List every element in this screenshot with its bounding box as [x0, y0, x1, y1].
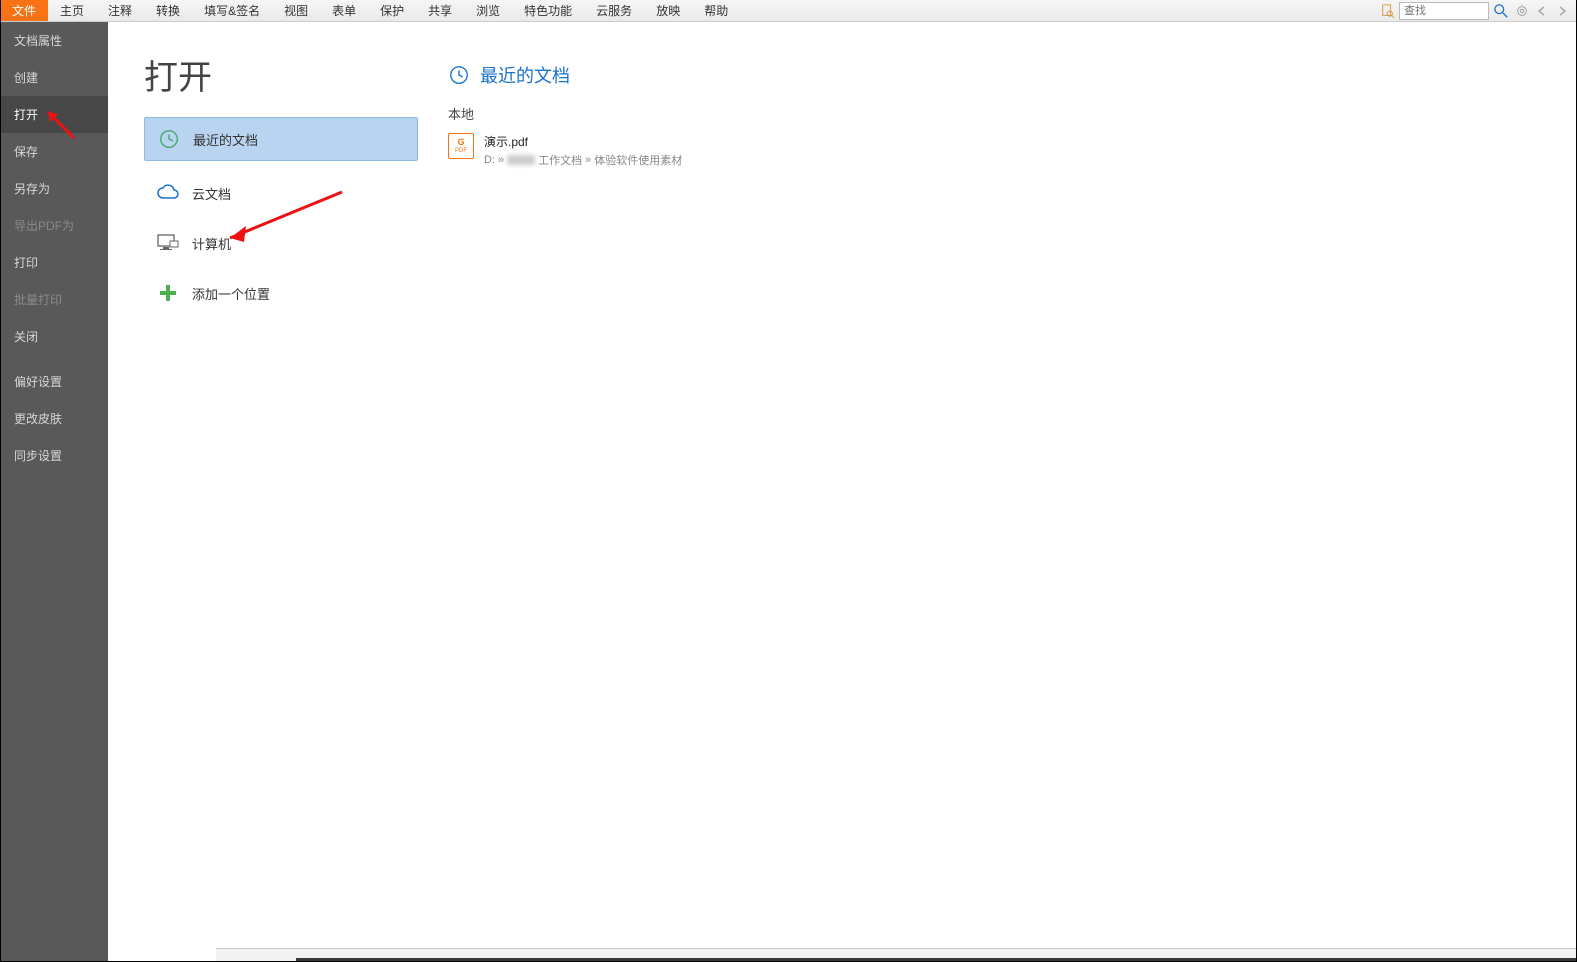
- tab-annotate[interactable]: 注释: [96, 0, 144, 21]
- sidebar-item-save-as[interactable]: 另存为: [0, 170, 108, 207]
- open-locations: 打开 最近的文档 云文档 计算机: [108, 22, 418, 962]
- sidebar-item-close[interactable]: 关闭: [0, 318, 108, 355]
- clock-icon: [448, 64, 470, 86]
- recent-title: 最近的文档: [480, 62, 570, 88]
- tab-share[interactable]: 共享: [416, 0, 464, 21]
- file-sidebar: 文档属性 创建 打开 保存 另存为 导出PDF为 打印 批量打印 关闭 偏好设置…: [0, 22, 108, 962]
- recent-header: 最近的文档: [448, 62, 1577, 88]
- location-label: 计算机: [192, 234, 231, 253]
- tab-convert[interactable]: 转换: [144, 0, 192, 21]
- tab-features[interactable]: 特色功能: [512, 0, 584, 21]
- tab-browse[interactable]: 浏览: [464, 0, 512, 21]
- next-arrow-icon[interactable]: [1553, 2, 1571, 20]
- tab-home[interactable]: 主页: [48, 0, 96, 21]
- location-add[interactable]: 添加一个位置: [144, 271, 418, 315]
- prev-arrow-icon[interactable]: [1533, 2, 1551, 20]
- status-bar-accent: [296, 958, 1577, 962]
- open-panel: 打开 最近的文档 云文档 计算机: [108, 22, 1577, 962]
- page-title: 打开: [144, 50, 418, 99]
- tab-play[interactable]: 放映: [644, 0, 692, 21]
- main: 文档属性 创建 打开 保存 另存为 导出PDF为 打印 批量打印 关闭 偏好设置…: [0, 22, 1577, 962]
- find-doc-icon[interactable]: [1379, 2, 1397, 20]
- sidebar-item-sync[interactable]: 同步设置: [0, 437, 108, 474]
- location-computer[interactable]: 计算机: [144, 221, 418, 265]
- tab-fill-sign[interactable]: 填写&签名: [192, 0, 272, 21]
- sidebar-item-open[interactable]: 打开: [0, 96, 108, 133]
- location-label: 添加一个位置: [192, 284, 270, 303]
- topbar-right: [1379, 0, 1577, 21]
- tab-file[interactable]: 文件: [0, 0, 48, 21]
- search-icon[interactable]: [1491, 2, 1511, 20]
- sidebar-item-skin[interactable]: 更改皮肤: [0, 400, 108, 437]
- sidebar-item-print[interactable]: 打印: [0, 244, 108, 281]
- tab-view[interactable]: 视图: [272, 0, 320, 21]
- clock-icon: [157, 127, 181, 151]
- open-recent-list: 最近的文档 本地 G PDF 演示.pdf D: » 工作文档 » 体验软件使: [418, 22, 1577, 962]
- pdf-icon: G PDF: [448, 133, 474, 159]
- location-label: 最近的文档: [193, 130, 258, 149]
- sidebar-item-batch-print[interactable]: 批量打印: [0, 281, 108, 318]
- plus-icon: [156, 281, 180, 305]
- tab-cloud[interactable]: 云服务: [584, 0, 644, 21]
- file-name: 演示.pdf: [484, 133, 682, 150]
- tab-form[interactable]: 表单: [320, 0, 368, 21]
- sidebar-item-doc-props[interactable]: 文档属性: [0, 22, 108, 59]
- cloud-icon: [156, 181, 180, 205]
- sidebar-item-save[interactable]: 保存: [0, 133, 108, 170]
- sidebar-item-create[interactable]: 创建: [0, 59, 108, 96]
- local-label: 本地: [448, 104, 1577, 123]
- recent-file-item[interactable]: G PDF 演示.pdf D: » 工作文档 » 体验软件使用素材: [448, 129, 1577, 172]
- tab-protect[interactable]: 保护: [368, 0, 416, 21]
- search-input[interactable]: [1399, 2, 1489, 20]
- gear-icon[interactable]: [1513, 2, 1531, 20]
- file-info: 演示.pdf D: » 工作文档 » 体验软件使用素材: [484, 133, 682, 168]
- redacted-segment: [507, 155, 535, 165]
- tab-help[interactable]: 帮助: [692, 0, 740, 21]
- sidebar-item-export[interactable]: 导出PDF为: [0, 207, 108, 244]
- file-path: D: » 工作文档 » 体验软件使用素材: [484, 152, 682, 168]
- location-label: 云文档: [192, 184, 231, 203]
- sidebar-item-prefs[interactable]: 偏好设置: [0, 363, 108, 400]
- computer-icon: [156, 231, 180, 255]
- location-cloud[interactable]: 云文档: [144, 171, 418, 215]
- menu-bar: 文件 主页 注释 转换 填写&签名 视图 表单 保护 共享 浏览 特色功能 云服…: [0, 0, 1577, 22]
- location-recent[interactable]: 最近的文档: [144, 117, 418, 161]
